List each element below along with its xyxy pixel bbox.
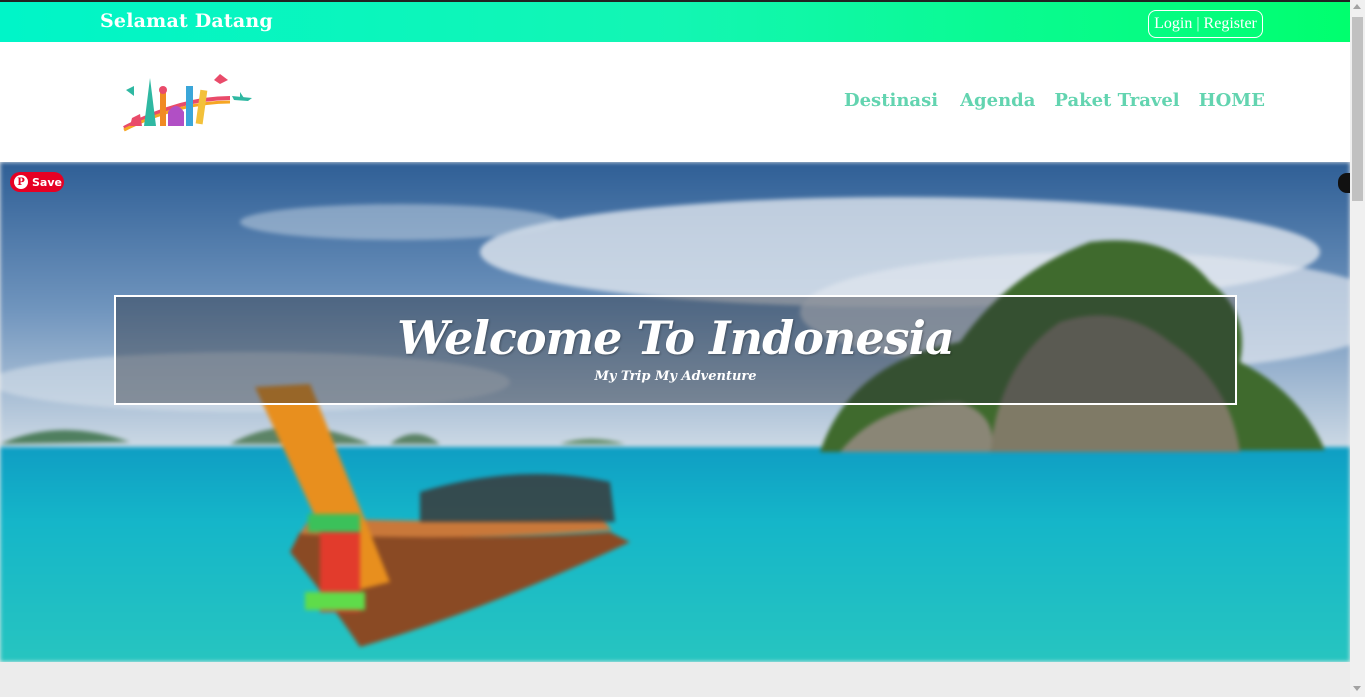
scroll-up-icon[interactable] [1353, 4, 1361, 9]
hero-section [0, 162, 1350, 662]
nav-item-paket-travel[interactable]: Paket Travel [1054, 90, 1179, 111]
hero-banner: Welcome To Indonesia My Trip My Adventur… [114, 295, 1237, 405]
vertical-scrollbar[interactable] [1350, 0, 1365, 697]
site-header: Destinasi Agenda Paket Travel HOME [0, 42, 1350, 162]
main-nav: Destinasi Agenda Paket Travel HOME [844, 90, 1265, 111]
nav-item-home[interactable]: HOME [1199, 90, 1265, 111]
hero-subtitle: My Trip My Adventure [594, 369, 757, 384]
pinterest-save-label: Save [32, 175, 62, 189]
auth-links: Login | Register [1148, 10, 1263, 38]
hero-background-image [0, 162, 1350, 662]
nav-item-destinasi[interactable]: Destinasi [844, 90, 938, 111]
top-bar: Selamat Datang Login | Register [0, 0, 1350, 42]
pinterest-save-button[interactable]: P Save [10, 172, 64, 192]
auth-separator: | [1196, 15, 1200, 32]
hero-title: Welcome To Indonesia [397, 311, 955, 365]
scroll-down-icon[interactable] [1353, 686, 1361, 691]
pinterest-icon: P [14, 175, 28, 189]
page: Selamat Datang Login | Register Destinas… [0, 0, 1365, 697]
scrollbar-thumb[interactable] [1352, 17, 1363, 201]
register-link[interactable]: Register [1204, 15, 1257, 33]
travel-landmarks-logo[interactable] [120, 68, 255, 134]
nav-item-agenda[interactable]: Agenda [960, 90, 1035, 111]
welcome-text: Selamat Datang [100, 10, 273, 32]
login-link[interactable]: Login [1154, 15, 1192, 33]
